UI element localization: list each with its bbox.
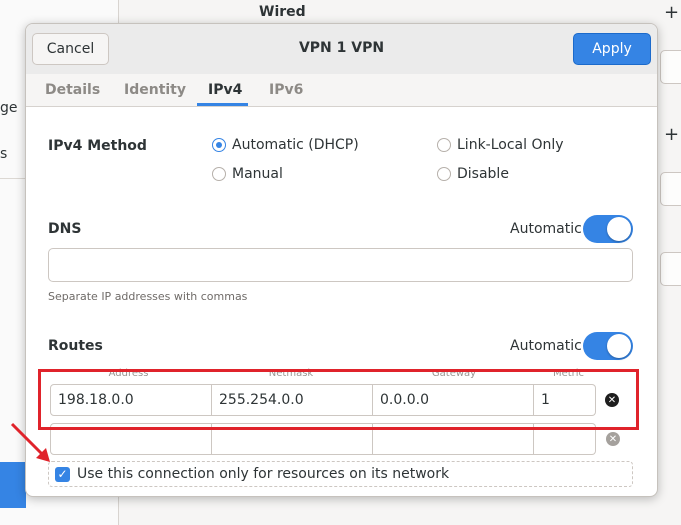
tab-ipv6[interactable]: IPv6	[269, 82, 303, 98]
radio-label: Manual	[232, 166, 283, 182]
radio-disable[interactable]: Disable	[437, 166, 509, 182]
radio-selected-icon	[212, 138, 226, 152]
only-resources-label: Use this connection only for resources o…	[77, 466, 450, 482]
add-icon[interactable]: +	[664, 2, 679, 23]
ipv4-method-label: IPv4 Method	[48, 138, 147, 154]
tab-identity[interactable]: Identity	[124, 82, 186, 98]
dns-label: DNS	[48, 221, 82, 237]
radio-label: Automatic (DHCP)	[232, 137, 359, 153]
tab-details[interactable]: Details	[45, 82, 100, 98]
sidebar-fragment: s	[0, 146, 8, 162]
dns-hint: Separate IP addresses with commas	[48, 290, 248, 303]
routes-automatic-label: Automatic	[510, 338, 582, 354]
dialog-title: VPN 1 VPN	[298, 40, 385, 56]
tab-ipv4[interactable]: IPv4	[208, 82, 242, 98]
sidebar-fragment: ge	[0, 100, 18, 116]
red-arrow-icon	[10, 422, 50, 462]
routes-automatic-switch[interactable]	[583, 332, 633, 360]
dns-automatic-label: Automatic	[510, 221, 582, 237]
dialog-headerbar: Cancel VPN 1 VPN Apply	[26, 24, 657, 75]
active-tab-indicator	[197, 103, 248, 106]
close-circle-icon[interactable]: ✕	[606, 432, 620, 446]
radio-automatic-dhcp[interactable]: Automatic (DHCP)	[212, 137, 359, 153]
radio-unselected-icon	[437, 138, 451, 152]
routes-label: Routes	[48, 338, 103, 354]
radio-manual[interactable]: Manual	[212, 166, 283, 182]
dns-input[interactable]	[48, 248, 633, 282]
apply-button[interactable]: Apply	[573, 33, 651, 65]
radio-unselected-icon	[212, 167, 226, 181]
sidebar-selected-item[interactable]	[0, 462, 26, 508]
dns-automatic-switch[interactable]	[583, 215, 633, 243]
checkbox-checked-icon[interactable]: ✓	[55, 466, 70, 482]
radio-label: Link-Local Only	[457, 137, 564, 153]
background-button[interactable]	[660, 172, 681, 206]
background-button[interactable]	[660, 50, 681, 84]
radio-link-local-only[interactable]: Link-Local Only	[437, 137, 564, 153]
highlight-box	[38, 369, 639, 430]
radio-label: Disable	[457, 166, 509, 182]
tab-bar: Details Identity IPv4 IPv6	[26, 74, 657, 107]
radio-unselected-icon	[437, 167, 451, 181]
only-resources-row[interactable]: ✓ Use this connection only for resources…	[48, 461, 633, 487]
background-button[interactable]	[660, 252, 681, 286]
add-icon[interactable]: +	[664, 124, 679, 145]
wired-heading: Wired	[259, 4, 306, 20]
